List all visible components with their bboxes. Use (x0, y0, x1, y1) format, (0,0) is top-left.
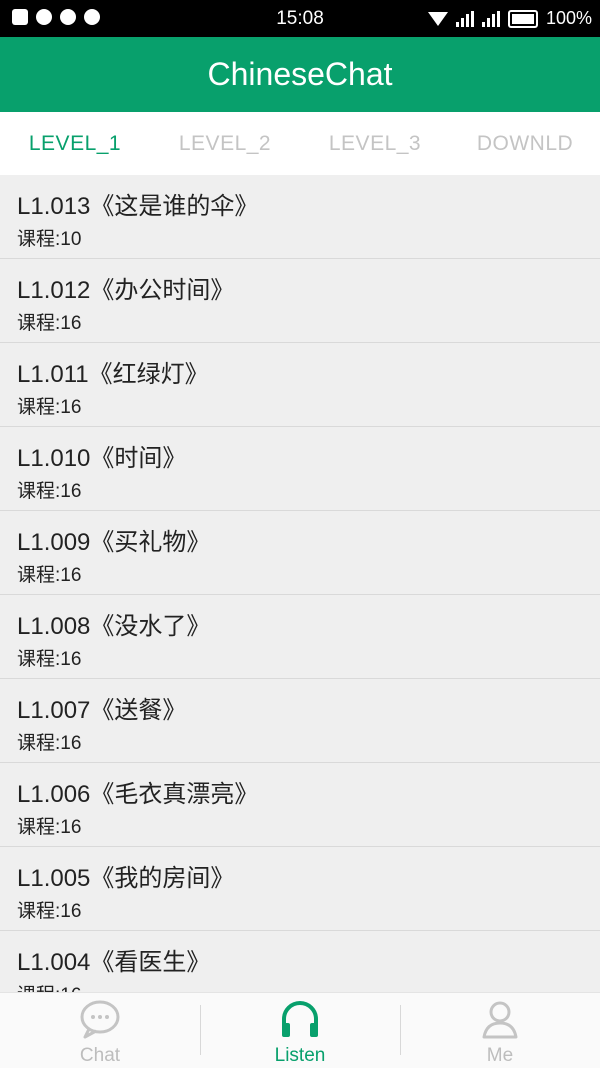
lesson-count: 课程:16 (17, 481, 82, 502)
lesson-title: L1.010《时间》 (17, 445, 187, 472)
lesson-title: L1.005《我的房间》 (17, 865, 235, 892)
lesson-title: L1.012《办公时间》 (17, 277, 235, 304)
chat-bubble-icon (80, 1000, 120, 1039)
status-bar: 15:08 100% (0, 0, 600, 37)
nav-me-label: Me (486, 1045, 514, 1066)
nav-chat[interactable]: Chat (0, 993, 200, 1068)
tab-level-3[interactable]: LEVEL_3 (300, 112, 450, 175)
nav-me[interactable]: Me (400, 993, 600, 1068)
signal-icon (455, 10, 474, 27)
lesson-item[interactable]: L1.004《看医生》课程:16 (0, 931, 600, 992)
lesson-list[interactable]: L1.013《这是谁的伞》课程:10 L1.012《办公时间》课程:16 L1.… (0, 175, 600, 992)
tab-level-2[interactable]: LEVEL_2 (150, 112, 300, 175)
nav-chat-label: Chat (79, 1045, 121, 1066)
lesson-count: 课程:16 (17, 733, 82, 754)
lesson-count: 课程:16 (17, 978, 600, 992)
lesson-item[interactable]: L1.007《送餐》课程:16 (0, 679, 600, 763)
lesson-item[interactable]: L1.010《时间》课程:16 (0, 427, 600, 511)
battery-icon (507, 9, 538, 28)
tab-download[interactable]: DOWNLD (450, 112, 600, 175)
lesson-item[interactable]: L1.008《没水了》课程:16 (0, 595, 600, 679)
lesson-item[interactable]: L1.011《红绿灯》课程:16 (0, 343, 600, 427)
lesson-count: 课程:10 (17, 229, 82, 250)
lesson-title: L1.007《送餐》 (17, 697, 187, 724)
nav-listen-label: Listen (274, 1045, 326, 1066)
battery-percent: 100% (545, 8, 592, 28)
lesson-count: 课程:16 (17, 901, 82, 922)
lesson-title: L1.009《买礼物》 (17, 529, 211, 556)
lesson-title: L1.011《红绿灯》 (17, 361, 209, 388)
app-title: ChineseChat (207, 56, 393, 92)
lesson-count: 课程:16 (17, 817, 82, 838)
lesson-title: L1.008《没水了》 (17, 613, 211, 640)
signal-icon (481, 10, 500, 27)
headphones-icon (282, 1001, 318, 1037)
lesson-count: 课程:16 (17, 397, 82, 418)
wifi-icon (427, 11, 448, 26)
lesson-title: L1.004《看医生》 (17, 949, 211, 976)
bottom-nav: Chat Listen Me (0, 992, 600, 1068)
nav-listen[interactable]: Listen (200, 993, 400, 1068)
person-icon (482, 1001, 518, 1039)
lesson-item[interactable]: L1.009《买礼物》课程:16 (0, 511, 600, 595)
lesson-item[interactable]: L1.005《我的房间》课程:16 (0, 847, 600, 931)
lesson-title: L1.013《这是谁的伞》 (17, 193, 259, 220)
app-bar: ChineseChat (0, 37, 600, 112)
lesson-count: 课程:16 (17, 313, 82, 334)
lesson-count: 课程:16 (17, 649, 82, 670)
lesson-item[interactable]: L1.006《毛衣真漂亮》课程:16 (0, 763, 600, 847)
lesson-item[interactable]: L1.013《这是谁的伞》课程:10 (0, 175, 600, 259)
lesson-title: L1.006《毛衣真漂亮》 (17, 781, 259, 808)
lesson-count: 课程:16 (17, 565, 82, 586)
tab-level-1[interactable]: LEVEL_1 (0, 112, 150, 175)
lesson-item[interactable]: L1.012《办公时间》课程:16 (0, 259, 600, 343)
level-tabs: LEVEL_1 LEVEL_2 LEVEL_3 DOWNLD (0, 112, 600, 175)
